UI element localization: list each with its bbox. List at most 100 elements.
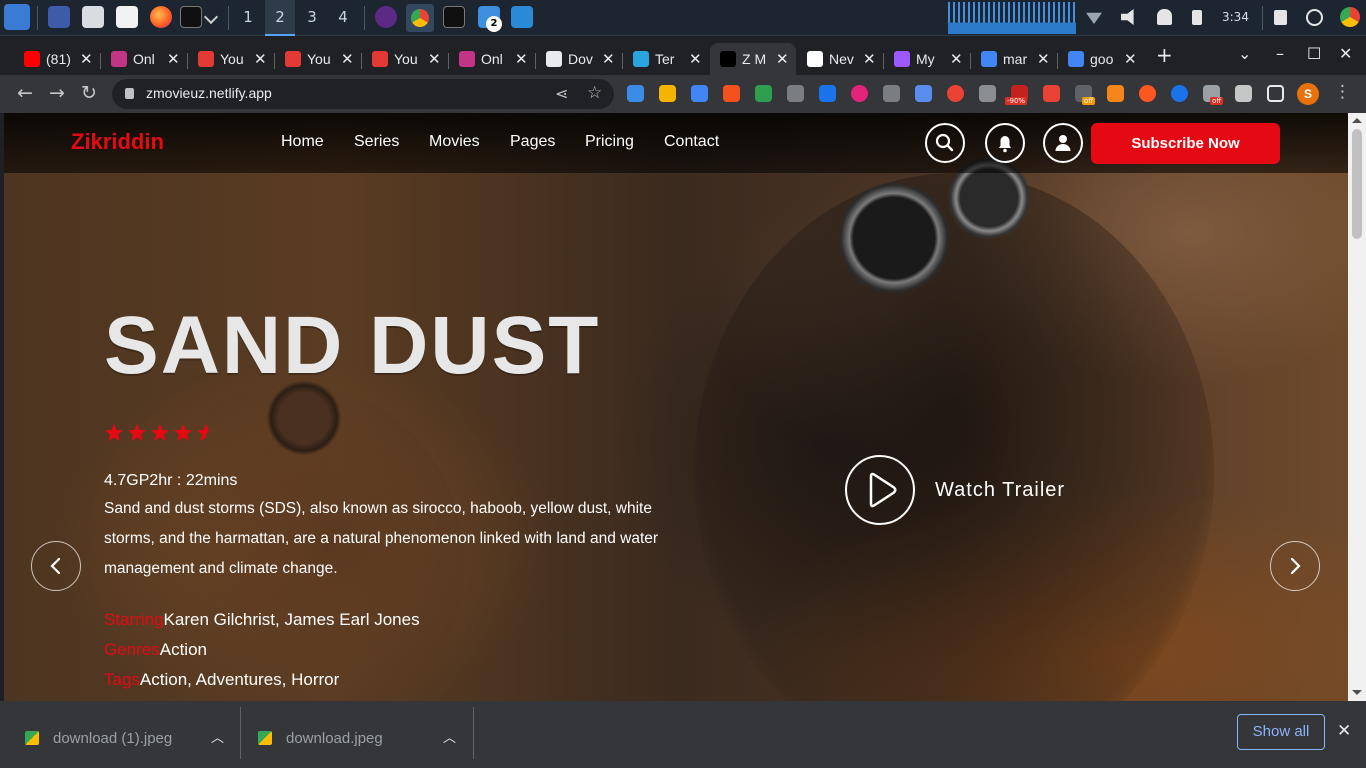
notification-bell-icon[interactable] (1157, 9, 1172, 25)
profile-avatar[interactable]: S (1297, 83, 1319, 105)
terminal-icon[interactable] (443, 6, 465, 28)
scrollbar-thumb[interactable] (1352, 129, 1362, 239)
clock[interactable]: 3:34 (1222, 10, 1249, 24)
browser-tab[interactable]: You ✕ (275, 43, 361, 75)
workspace-4[interactable]: 4 (328, 0, 358, 36)
nav-movies[interactable]: Movies (429, 133, 480, 151)
battery-icon[interactable] (1192, 10, 1202, 25)
extension-refresh-icon[interactable] (627, 85, 644, 102)
scroll-down-arrow-icon[interactable] (1352, 690, 1362, 695)
site-info-lock-icon[interactable] (125, 88, 134, 99)
nav-series[interactable]: Series (354, 133, 399, 151)
chevron-up-icon[interactable]: ︿ (443, 727, 456, 746)
nav-contact[interactable]: Contact (664, 133, 719, 151)
share-icon[interactable]: ⋖ (555, 84, 568, 103)
close-tab-icon[interactable]: ✕ (776, 50, 789, 68)
terminal-icon[interactable] (180, 6, 202, 28)
browser-tab[interactable]: Onl ✕ (101, 43, 187, 75)
files-icon[interactable] (82, 6, 104, 28)
workspace-2[interactable]: 2 (265, 0, 295, 36)
extension-clapper-icon[interactable] (755, 85, 772, 102)
show-all-button[interactable]: Show all (1237, 714, 1325, 750)
forward-icon[interactable]: → (49, 82, 65, 104)
browser-tab[interactable]: (81) ✕ (14, 43, 100, 75)
close-tab-icon[interactable]: ✕ (515, 50, 528, 68)
tab-search-chevron-icon[interactable]: ⌄ (1238, 44, 1251, 63)
close-tab-icon[interactable]: ✕ (1124, 50, 1137, 68)
close-tab-icon[interactable]: ✕ (167, 50, 180, 68)
account-button[interactable] (1043, 123, 1083, 163)
close-tab-icon[interactable]: ✕ (863, 50, 876, 68)
close-window-button[interactable]: ✕ (1339, 44, 1352, 63)
subscribe-button[interactable]: Subscribe Now (1091, 123, 1280, 164)
nav-pricing[interactable]: Pricing (585, 133, 634, 151)
browser-tab[interactable]: mar ✕ (971, 43, 1057, 75)
close-tab-icon[interactable]: ✕ (950, 50, 963, 68)
vscode-icon[interactable] (511, 6, 533, 28)
browser-tab[interactable]: Nev ✕ (797, 43, 883, 75)
close-tab-icon[interactable]: ✕ (689, 50, 702, 68)
extension-tag-icon[interactable] (1043, 85, 1060, 102)
close-tab-icon[interactable]: ✕ (602, 50, 615, 68)
site-logo[interactable]: Zikriddin (71, 129, 164, 155)
next-slide-button[interactable] (1270, 541, 1320, 591)
document-icon[interactable] (116, 6, 138, 28)
url-text[interactable]: zmovieuz.netlify.app (146, 85, 272, 101)
extension-save-icon[interactable] (915, 85, 932, 102)
firefox-icon[interactable] (150, 6, 172, 28)
extension-circle-icon[interactable] (1139, 85, 1156, 102)
scroll-up-arrow-icon[interactable] (1352, 118, 1362, 123)
side-panel-icon[interactable] (1267, 85, 1284, 102)
bookmark-star-icon[interactable]: ☆ (587, 83, 602, 103)
close-tab-icon[interactable]: ✕ (254, 50, 267, 68)
extension-stack-icon[interactable] (659, 85, 676, 102)
notifications-button[interactable] (985, 123, 1025, 163)
close-tab-icon[interactable]: ✕ (341, 50, 354, 68)
browser-tab[interactable]: Ter ✕ (623, 43, 709, 75)
download-item[interactable]: download (1).jpeg ︿ (0, 707, 240, 761)
browser-tab[interactable]: Z M ✕ (710, 43, 796, 75)
download-item[interactable]: download.jpeg ︿ (241, 707, 473, 761)
extension-infinity-icon[interactable] (1171, 85, 1188, 102)
browser-tab[interactable]: Dov ✕ (536, 43, 622, 75)
extension-download-blue-icon[interactable] (819, 85, 836, 102)
browser-tab[interactable]: My ✕ (884, 43, 970, 75)
close-downloads-icon[interactable]: ✕ (1337, 721, 1351, 741)
launcher-icon[interactable] (4, 4, 30, 30)
chevron-down-icon[interactable] (203, 9, 219, 25)
back-icon[interactable]: ← (17, 82, 33, 104)
volume-icon[interactable] (1121, 9, 1134, 25)
chevron-up-icon[interactable]: ︿ (211, 727, 224, 746)
extension-pink-icon[interactable] (851, 85, 868, 102)
workspace-3[interactable]: 3 (297, 0, 327, 36)
chrome-icon[interactable] (1340, 7, 1360, 27)
desktop-icon[interactable] (48, 6, 70, 28)
minimize-button[interactable]: – (1276, 44, 1284, 63)
address-bar[interactable]: zmovieuz.netlify.app ⋖ ☆ (112, 79, 614, 109)
extension-phone-icon[interactable] (979, 85, 996, 102)
close-tab-icon[interactable]: ✕ (1037, 50, 1050, 68)
browser-tab[interactable]: goo ✕ (1058, 43, 1144, 75)
extension-download-gray-icon[interactable] (883, 85, 900, 102)
extension-download-icon[interactable] (787, 85, 804, 102)
workspace-1[interactable]: 1 (233, 0, 263, 36)
tor-icon[interactable] (375, 6, 397, 28)
prev-slide-button[interactable] (31, 541, 81, 591)
extension-ie-icon[interactable] (723, 85, 740, 102)
menu-kebab-icon[interactable]: ⋮ (1334, 82, 1351, 102)
browser-tab[interactable]: You ✕ (188, 43, 274, 75)
nav-pages[interactable]: Pages (510, 133, 555, 151)
wifi-icon[interactable] (1086, 12, 1102, 24)
logout-icon[interactable] (1306, 9, 1323, 26)
extension-fire-icon[interactable] (947, 85, 964, 102)
browser-tab[interactable]: You ✕ (362, 43, 448, 75)
extension-translate-icon[interactable] (691, 85, 708, 102)
play-trailer-button[interactable] (845, 455, 915, 525)
page-scrollbar[interactable] (1348, 113, 1366, 701)
metamask-fox-icon[interactable] (1107, 85, 1124, 102)
watch-trailer-label[interactable]: Watch Trailer (935, 479, 1065, 502)
close-tab-icon[interactable]: ✕ (80, 50, 93, 68)
reload-icon[interactable]: ↻ (81, 82, 97, 104)
browser-tab[interactable]: Onl ✕ (449, 43, 535, 75)
search-button[interactable] (925, 123, 965, 163)
